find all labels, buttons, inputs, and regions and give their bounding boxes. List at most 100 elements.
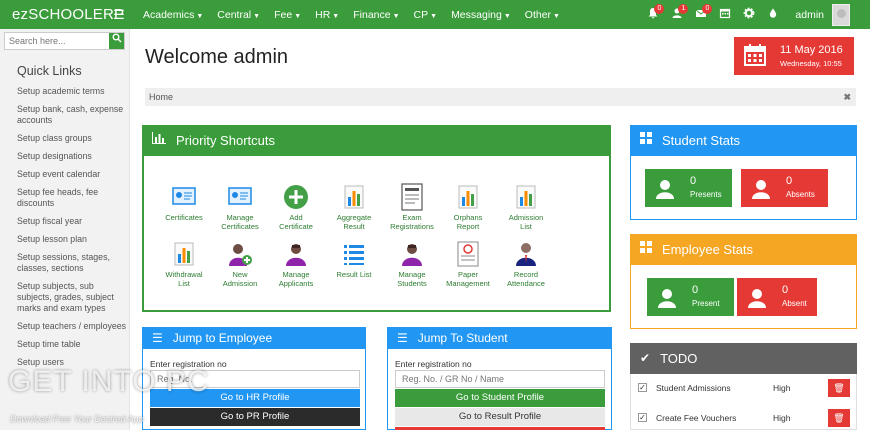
shortcut-item[interactable]: Result List bbox=[322, 241, 386, 279]
envelope-icon[interactable]: 0 bbox=[689, 4, 713, 22]
shortcut-item[interactable]: Manage Applicants bbox=[264, 241, 328, 288]
present-stat[interactable]: 0 Present bbox=[647, 278, 734, 316]
user-icon bbox=[655, 179, 675, 204]
shortcut-item[interactable]: Aggregate Result bbox=[322, 184, 386, 231]
shortcut-label-line1: Manage bbox=[226, 213, 254, 222]
hr-profile-button[interactable]: Go to HR Profile bbox=[150, 389, 360, 407]
quick-link[interactable]: Setup time table bbox=[17, 339, 127, 350]
shortcut-label: Certificates bbox=[152, 213, 216, 222]
shortcut-label: Admission List bbox=[494, 213, 558, 231]
shortcut-label-line1: Add bbox=[289, 213, 303, 222]
menu-label: Other bbox=[524, 8, 552, 21]
quick-link[interactable]: Setup fiscal year bbox=[17, 216, 127, 227]
grid-icon bbox=[640, 125, 652, 156]
shortcut-item[interactable]: Record Attendance bbox=[494, 241, 558, 288]
menu-central[interactable]: Central ▼ bbox=[210, 9, 267, 21]
menu-other[interactable]: Other ▼ bbox=[518, 9, 567, 21]
quick-link[interactable]: Setup bank, cash, expense accounts bbox=[17, 104, 127, 126]
shortcut-label-line2: Certificate bbox=[279, 222, 313, 231]
trash-icon[interactable]: 🗑 bbox=[828, 379, 850, 397]
document-icon bbox=[399, 183, 425, 211]
hamburger-menu-icon[interactable]: ☰ bbox=[110, 7, 128, 23]
shortcut-item[interactable]: Add Certificate bbox=[264, 184, 328, 231]
quick-link[interactable]: Setup lesson plan bbox=[17, 234, 127, 245]
shortcut-item[interactable]: Orphans Report bbox=[436, 184, 500, 231]
panel-header: Priority Shortcuts bbox=[142, 125, 611, 156]
shortcut-item[interactable]: New Admission bbox=[208, 241, 272, 288]
quick-link[interactable]: Setup event calendar bbox=[17, 169, 127, 180]
top-navbar: ezSCHOOLERP ☰ Academics ▼ Central ▼ Fee ▼ H… bbox=[0, 0, 870, 29]
breadcrumb-home[interactable]: Home bbox=[149, 92, 173, 102]
drop-icon[interactable] bbox=[761, 7, 785, 22]
presents-stat[interactable]: 0 Presents bbox=[645, 169, 732, 207]
absents-stat[interactable]: 0 Absents bbox=[741, 169, 828, 207]
menu-finance[interactable]: Finance ▼ bbox=[346, 9, 406, 21]
shortcut-label-line2: List bbox=[178, 279, 190, 288]
absent-stat[interactable]: 0 Absent bbox=[737, 278, 817, 316]
brand-logo[interactable]: ezSCHOOLERP bbox=[0, 6, 124, 23]
right-nav: 0 1 0 admin bbox=[641, 0, 870, 29]
student-reg-input[interactable]: Reg. No. / GR No / Name bbox=[395, 370, 605, 388]
shortcut-item[interactable]: Paper Management bbox=[436, 241, 500, 288]
shortcut-item[interactable]: Exam Registrations bbox=[380, 183, 444, 231]
presents-value: 0 bbox=[690, 175, 697, 187]
bell-icon[interactable]: 0 bbox=[641, 4, 665, 22]
quick-link[interactable]: Setup subjects, sub subjects, grades, su… bbox=[17, 281, 127, 314]
gear-icon[interactable] bbox=[737, 7, 761, 22]
quick-link[interactable]: Setup academic terms bbox=[17, 86, 127, 97]
shortcut-label-line2: Certificates bbox=[221, 222, 259, 231]
avatar[interactable] bbox=[832, 3, 850, 26]
quick-link[interactable]: Setup fee heads, fee discounts bbox=[17, 187, 127, 209]
menu-hr[interactable]: HR ▼ bbox=[308, 9, 346, 21]
username[interactable]: admin bbox=[795, 9, 824, 21]
user-download-icon[interactable]: 1 bbox=[665, 4, 689, 22]
shortcut-item[interactable]: Manage Students bbox=[380, 241, 444, 288]
main-menu: Academics ▼ Central ▼ Fee ▼ HR ▼ Finance ▼ CP… bbox=[136, 9, 567, 21]
calendar-icon[interactable] bbox=[713, 7, 737, 22]
result-profile-button[interactable]: Go to Result Profile bbox=[395, 408, 605, 426]
users-badge: 1 bbox=[678, 4, 689, 14]
quick-link[interactable]: Setup designations bbox=[17, 151, 127, 162]
shortcut-item[interactable]: Withdrawal List bbox=[152, 241, 216, 288]
panel-title: Employee Stats bbox=[662, 242, 754, 257]
quick-link[interactable]: Setup teachers / employees bbox=[17, 321, 127, 332]
shortcut-label: Result List bbox=[322, 270, 386, 279]
shortcut-label-line2: Report bbox=[456, 222, 480, 231]
caret-down-icon: ▼ bbox=[553, 12, 560, 20]
search-button[interactable] bbox=[109, 33, 124, 49]
menu-label: Central bbox=[217, 8, 252, 21]
shortcut-label: Manage Applicants bbox=[264, 270, 328, 288]
reg-label: Enter registration no bbox=[395, 359, 472, 369]
quick-link[interactable]: Setup class groups bbox=[17, 133, 127, 144]
menu-messaging[interactable]: Messaging ▼ bbox=[444, 9, 518, 21]
search-input[interactable] bbox=[5, 33, 109, 49]
pr-profile-button[interactable]: Go to PR Profile bbox=[150, 408, 360, 426]
caret-down-icon: ▼ bbox=[332, 12, 340, 20]
shortcut-label-line1: Admission bbox=[508, 213, 544, 222]
shortcut-label-line1: Certificates bbox=[165, 213, 203, 222]
priority-shortcuts-panel: Priority Shortcuts Certificates Manage Cer… bbox=[142, 125, 611, 312]
shortcut-label-line2: Result bbox=[343, 222, 365, 231]
employee-reg-input[interactable]: Reg. No. bbox=[150, 370, 360, 388]
close-icon[interactable]: ✖ bbox=[843, 88, 851, 106]
todo-checkbox[interactable]: ✓ bbox=[638, 413, 647, 422]
menu-cp[interactable]: CP ▼ bbox=[407, 9, 445, 21]
panel-header: ✔ TODO bbox=[630, 343, 857, 374]
todo-priority: High bbox=[773, 413, 791, 423]
absents-label: Absents bbox=[786, 190, 815, 199]
quick-link[interactable]: Setup sessions, stages, classes, section… bbox=[17, 252, 127, 274]
trash-icon[interactable]: 🗑 bbox=[828, 409, 850, 427]
todo-checkbox[interactable]: ✓ bbox=[638, 383, 647, 392]
shortcut-item[interactable]: Certificates bbox=[152, 184, 216, 222]
employee-stats-panel: Employee Stats 0 Present 0 Absent bbox=[630, 234, 857, 329]
shortcut-item[interactable]: Admission List bbox=[494, 184, 558, 231]
menu-academics[interactable]: Academics ▼ bbox=[136, 9, 210, 21]
panel-header: ☰ Jump to Employee bbox=[142, 327, 366, 349]
quick-links-title: Quick Links bbox=[17, 64, 82, 78]
student-profile-button[interactable]: Go to Student Profile bbox=[395, 389, 605, 407]
shortcut-label: Exam Registrations bbox=[380, 213, 444, 231]
shortcut-item[interactable]: Manage Certificates bbox=[208, 184, 272, 231]
panel-title: Priority Shortcuts bbox=[176, 133, 275, 148]
quick-link[interactable]: Setup users bbox=[17, 357, 127, 368]
menu-fee[interactable]: Fee ▼ bbox=[267, 9, 308, 21]
